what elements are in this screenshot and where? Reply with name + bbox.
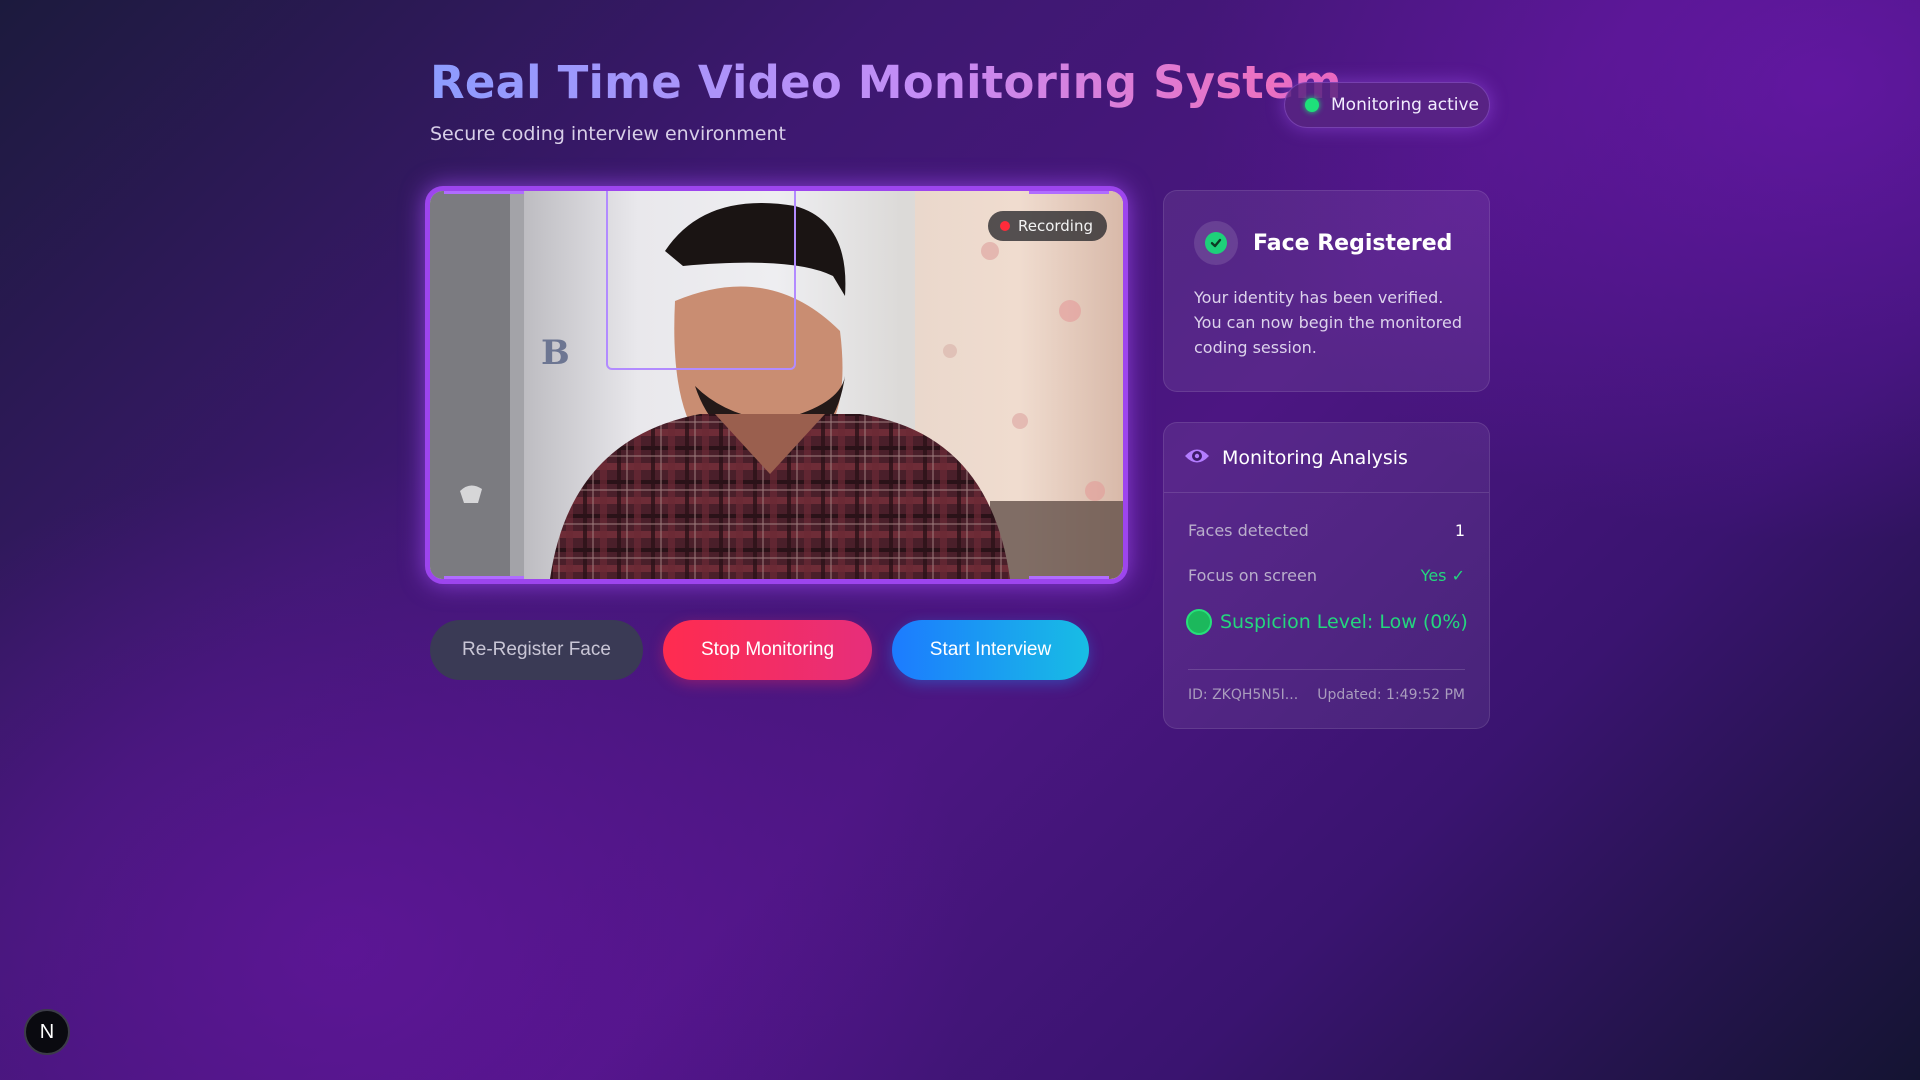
nextjs-dev-badge[interactable]: N (24, 1009, 70, 1055)
faces-detected-row: Faces detected 1 (1188, 521, 1465, 540)
suspicion-level: Suspicion Level: Low (0%) (1186, 609, 1468, 635)
frame-corner (1029, 576, 1109, 579)
header: Real Time Video Monitoring System Secure… (430, 56, 1342, 145)
face-registered-text: Your identity has been verified. You can… (1194, 288, 1463, 357)
recording-label: Recording (1017, 217, 1093, 235)
frame-corner (444, 576, 524, 579)
monitoring-analysis-title: Monitoring Analysis (1222, 446, 1408, 469)
page-title: Real Time Video Monitoring System (430, 56, 1342, 109)
monitoring-analysis-card: Monitoring Analysis Faces detected 1 Foc… (1163, 422, 1490, 729)
monitoring-status-badge: Monitoring active (1284, 82, 1490, 128)
session-footer: ID: ZKQH5N5I... Updated: 1:49:52 PM (1188, 687, 1465, 703)
suspicion-level-label: Suspicion Level: Low (0%) (1220, 611, 1468, 633)
frame-corner (1029, 191, 1109, 194)
face-registered-title: Face Registered (1253, 230, 1453, 256)
page-subtitle: Secure coding interview environment (430, 123, 786, 145)
recording-dot-icon (999, 221, 1010, 231)
focus-on-screen-row: Focus on screen Yes ✓ (1188, 566, 1465, 585)
status-dot-icon (1305, 98, 1319, 112)
status-label: Monitoring active (1331, 95, 1479, 115)
faces-detected-value: 1 (1454, 521, 1465, 540)
start-interview-button[interactable]: Start Interview (892, 620, 1089, 680)
session-id: ID: ZKQH5N5I... (1188, 687, 1299, 703)
faces-detected-label: Faces detected (1188, 521, 1309, 540)
last-updated: Updated: 1:49:52 PM (1317, 687, 1465, 703)
focus-on-screen-label: Focus on screen (1188, 566, 1317, 585)
stop-monitoring-button[interactable]: Stop Monitoring (663, 620, 872, 680)
check-circle-icon (1194, 221, 1238, 265)
focus-on-screen-value: Yes ✓ (1420, 566, 1465, 585)
suspicion-status-dot-icon (1186, 609, 1212, 635)
eye-icon (1184, 446, 1210, 470)
face-registered-card: Face Registered Your identity has been v… (1163, 190, 1490, 392)
frame-corner (444, 191, 524, 194)
webcam-video-feed: B Recording (425, 186, 1128, 584)
re-register-face-button[interactable]: Re-Register Face (430, 620, 643, 680)
divider (1188, 669, 1465, 670)
wall-letter: B (541, 333, 570, 373)
face-detection-box (606, 191, 796, 370)
recording-badge: Recording (987, 211, 1107, 241)
